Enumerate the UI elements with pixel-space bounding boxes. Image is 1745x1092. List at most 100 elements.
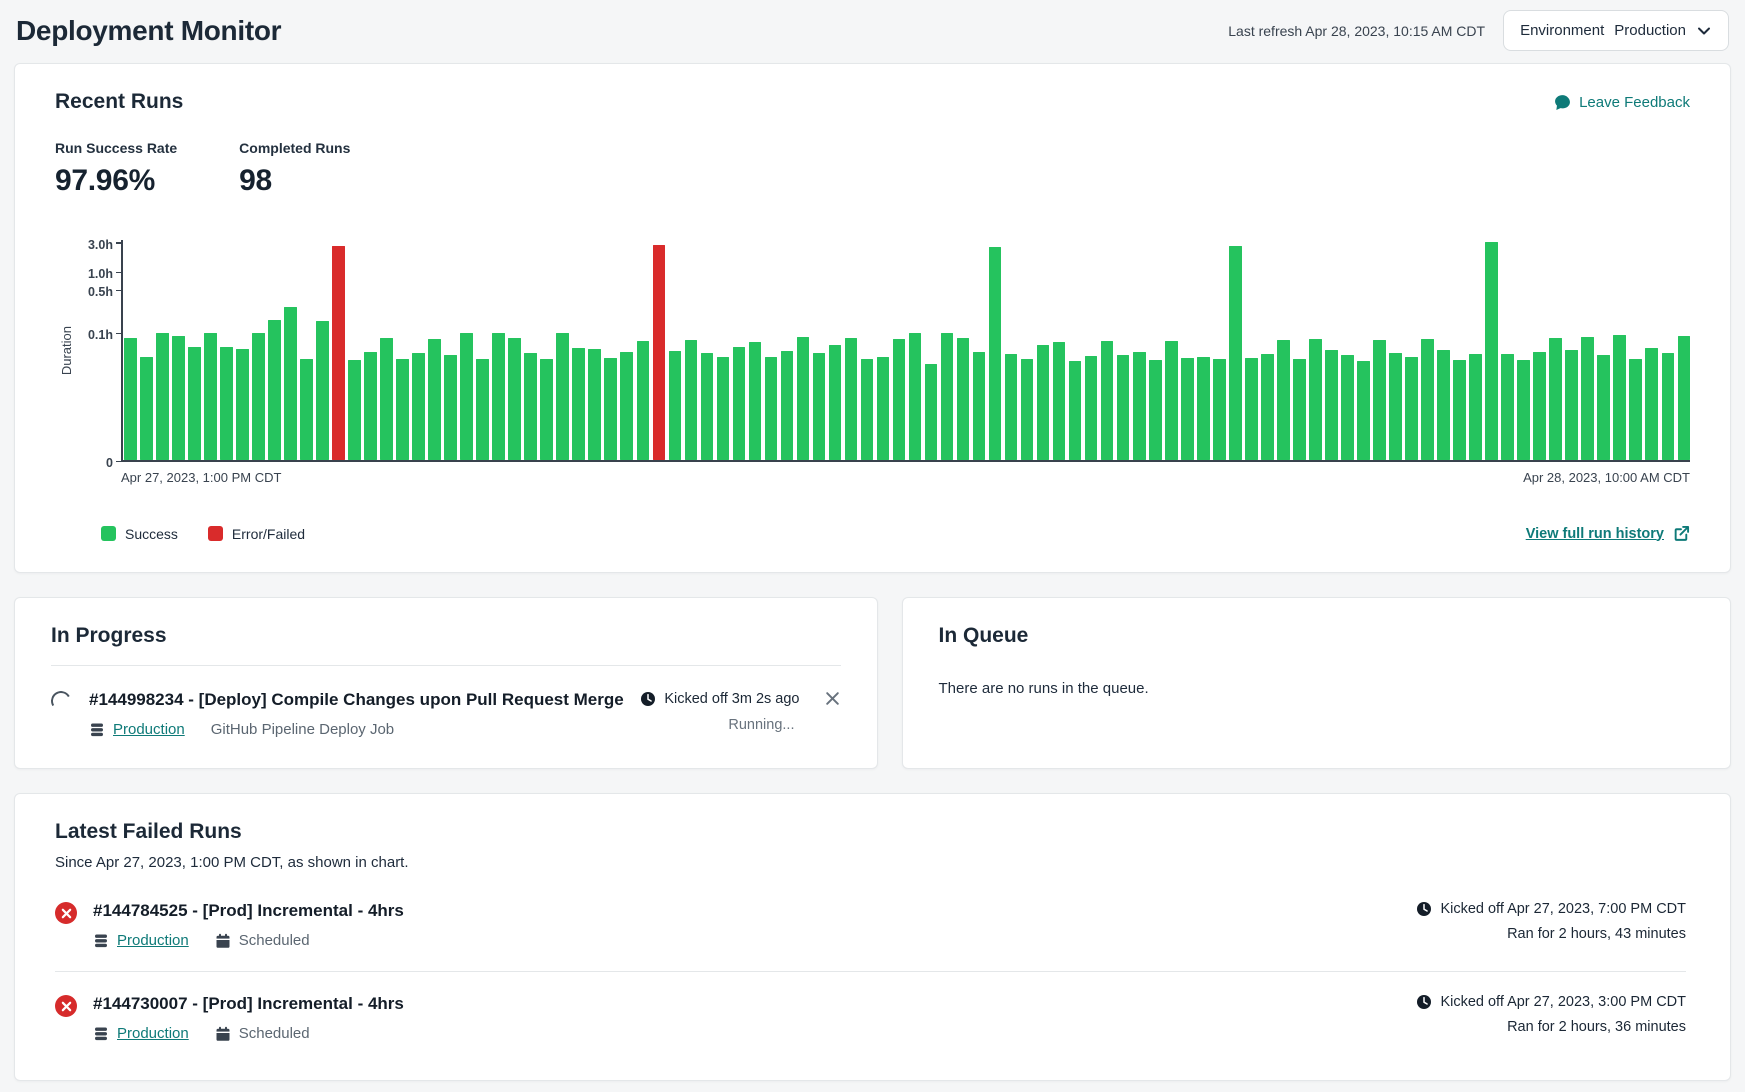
environment-link[interactable]: Production bbox=[113, 721, 185, 738]
chart-bar-success[interactable] bbox=[572, 348, 585, 460]
chart-bar-success[interactable] bbox=[428, 339, 441, 460]
chart-bar-success[interactable] bbox=[508, 338, 521, 460]
chart-bar-success[interactable] bbox=[412, 353, 425, 460]
chart-bar-success[interactable] bbox=[813, 353, 826, 460]
chart-bar-success[interactable] bbox=[957, 338, 970, 460]
chart-bar-success[interactable] bbox=[1261, 354, 1274, 460]
chart-bar-success[interactable] bbox=[1453, 360, 1466, 460]
chart-bar-success[interactable] bbox=[1069, 361, 1082, 460]
chart-bar-success[interactable] bbox=[1421, 339, 1434, 460]
leave-feedback-link[interactable]: Leave Feedback bbox=[1554, 94, 1690, 111]
chart-bar-success[interactable] bbox=[877, 357, 890, 460]
chart-bar-success[interactable] bbox=[1197, 357, 1210, 460]
chart-bar-success[interactable] bbox=[1341, 355, 1354, 460]
chart-bar-success[interactable] bbox=[717, 357, 730, 460]
chart-bar-failed[interactable] bbox=[653, 245, 666, 461]
chart-bar-success[interactable] bbox=[973, 352, 986, 460]
chart-bar-success[interactable] bbox=[1021, 359, 1034, 460]
chart-bar-success[interactable] bbox=[925, 364, 938, 460]
chart-bar-success[interactable] bbox=[1437, 350, 1450, 460]
chart-bar-success[interactable] bbox=[765, 357, 778, 460]
environment-link[interactable]: Production bbox=[117, 932, 189, 949]
chart-bar-success[interactable] bbox=[236, 349, 249, 460]
chart-bar-success[interactable] bbox=[204, 333, 217, 460]
chart-bar-success[interactable] bbox=[1613, 335, 1626, 460]
chart-bar-success[interactable] bbox=[1517, 360, 1530, 460]
chart-bar-success[interactable] bbox=[284, 307, 297, 460]
chart-bar-success[interactable] bbox=[1565, 350, 1578, 460]
chart-bar-success[interactable] bbox=[941, 333, 954, 460]
chart-bar-success[interactable] bbox=[1485, 242, 1498, 460]
chart-bar-success[interactable] bbox=[1293, 359, 1306, 460]
chart-bar-success[interactable] bbox=[556, 333, 569, 460]
chart-bar-success[interactable] bbox=[909, 333, 922, 460]
chart-bar-success[interactable] bbox=[1469, 354, 1482, 460]
chart-bar-success[interactable] bbox=[1501, 354, 1514, 460]
chart-bar-success[interactable] bbox=[300, 359, 313, 460]
chart-bar-success[interactable] bbox=[1277, 340, 1290, 460]
chart-bar-failed[interactable] bbox=[332, 246, 345, 460]
environment-link[interactable]: Production bbox=[117, 1025, 189, 1042]
chart-bar-success[interactable] bbox=[1181, 358, 1194, 460]
chart-bar-success[interactable] bbox=[1662, 353, 1675, 460]
chart-bar-success[interactable] bbox=[268, 320, 281, 460]
chart-bar-success[interactable] bbox=[1678, 336, 1691, 460]
chart-bar-success[interactable] bbox=[316, 321, 329, 460]
chart-bar-success[interactable] bbox=[396, 359, 409, 460]
chart-bar-success[interactable] bbox=[220, 347, 233, 460]
chart-bar-success[interactable] bbox=[637, 341, 650, 460]
chart-bar-success[interactable] bbox=[1229, 246, 1242, 460]
chart-bar-success[interactable] bbox=[1037, 345, 1050, 460]
chart-bar-success[interactable] bbox=[781, 351, 794, 460]
chart-bar-success[interactable] bbox=[989, 247, 1002, 460]
chart-bar-success[interactable] bbox=[124, 338, 137, 460]
chart-bar-success[interactable] bbox=[829, 345, 842, 460]
chart-bar-success[interactable] bbox=[588, 349, 601, 460]
chart-bar-success[interactable] bbox=[1053, 342, 1066, 460]
chart-bar-success[interactable] bbox=[1085, 356, 1098, 460]
chart-bar-success[interactable] bbox=[156, 333, 169, 460]
chart-bar-success[interactable] bbox=[1309, 339, 1322, 460]
chart-bar-success[interactable] bbox=[492, 333, 505, 460]
chart-bar-success[interactable] bbox=[1581, 337, 1594, 460]
chart-bar-success[interactable] bbox=[1213, 359, 1226, 460]
chart-bar-success[interactable] bbox=[380, 338, 393, 460]
chart-bar-success[interactable] bbox=[172, 336, 185, 460]
chart-bar-success[interactable] bbox=[1165, 341, 1178, 460]
chart-bar-success[interactable] bbox=[188, 347, 201, 460]
chart-bar-success[interactable] bbox=[1373, 340, 1386, 460]
chart-bar-success[interactable] bbox=[1245, 358, 1258, 460]
chart-bar-success[interactable] bbox=[1149, 360, 1162, 460]
chart-bar-success[interactable] bbox=[540, 359, 553, 460]
chart-bar-success[interactable] bbox=[476, 359, 489, 460]
chart-bar-success[interactable] bbox=[1533, 352, 1546, 460]
chart-bar-success[interactable] bbox=[669, 351, 682, 460]
chart-bar-success[interactable] bbox=[1389, 353, 1402, 460]
chart-bar-success[interactable] bbox=[1325, 350, 1338, 460]
chart-bar-success[interactable] bbox=[444, 355, 457, 460]
chart-bar-success[interactable] bbox=[893, 339, 906, 460]
chart-bar-success[interactable] bbox=[1629, 359, 1642, 460]
chart-bar-success[interactable] bbox=[685, 340, 698, 460]
chart-bar-success[interactable] bbox=[348, 360, 361, 460]
chart-bar-success[interactable] bbox=[1005, 354, 1018, 460]
chart-bar-success[interactable] bbox=[1117, 355, 1130, 460]
chart-bar-success[interactable] bbox=[1133, 352, 1146, 460]
chart-bar-success[interactable] bbox=[620, 352, 633, 460]
chart-bar-success[interactable] bbox=[140, 357, 153, 460]
chart-bar-success[interactable] bbox=[1549, 338, 1562, 460]
chart-bar-success[interactable] bbox=[749, 342, 762, 460]
chart-bar-success[interactable] bbox=[524, 353, 537, 460]
chart-bar-success[interactable] bbox=[733, 347, 746, 460]
environment-selector[interactable]: Environment Production bbox=[1503, 10, 1729, 51]
chart-bar-success[interactable] bbox=[1597, 355, 1610, 460]
chart-bar-success[interactable] bbox=[1405, 357, 1418, 460]
chart-bar-success[interactable] bbox=[845, 338, 858, 460]
chart-bar-success[interactable] bbox=[1101, 341, 1114, 460]
chart-bar-success[interactable] bbox=[604, 358, 617, 460]
chart-bar-success[interactable] bbox=[252, 333, 265, 460]
chart-bar-success[interactable] bbox=[460, 333, 473, 460]
chart-bar-success[interactable] bbox=[1357, 361, 1370, 460]
chart-bar-success[interactable] bbox=[861, 359, 874, 460]
chart-bar-success[interactable] bbox=[364, 352, 377, 460]
